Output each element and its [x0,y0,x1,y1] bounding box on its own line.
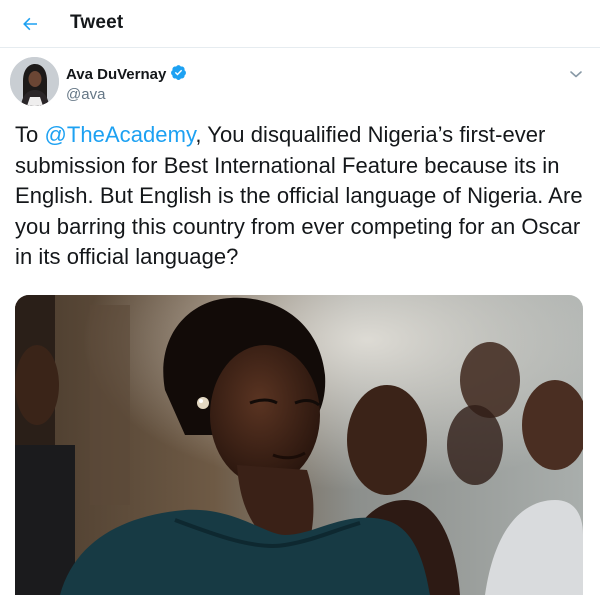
tweet-text: To @TheAcademy, You disqualified Nigeria… [15,120,585,273]
arrow-left-icon [23,17,37,31]
author-info: Ava DuVernay @ava [66,64,187,103]
page-title: Tweet [70,12,124,33]
author-name-row: Ava DuVernay [66,64,187,86]
tweet-text-prefix: To [15,122,45,147]
verified-badge-icon [170,64,187,86]
tweet: Ava DuVernay @ava To @TheAcademy, You di… [0,48,600,595]
top-bar: Tweet [0,0,600,48]
back-button[interactable] [14,8,46,40]
film-still-image [15,295,583,595]
author-display-name[interactable]: Ava DuVernay [66,66,166,83]
mention-link[interactable]: @TheAcademy [45,122,196,147]
avatar[interactable] [10,57,59,106]
tweet-media-image[interactable] [15,295,583,595]
tweet-menu-button[interactable] [566,64,586,84]
chevron-down-icon [570,71,582,78]
author-handle[interactable]: @ava [66,86,187,103]
avatar-image [10,57,59,106]
